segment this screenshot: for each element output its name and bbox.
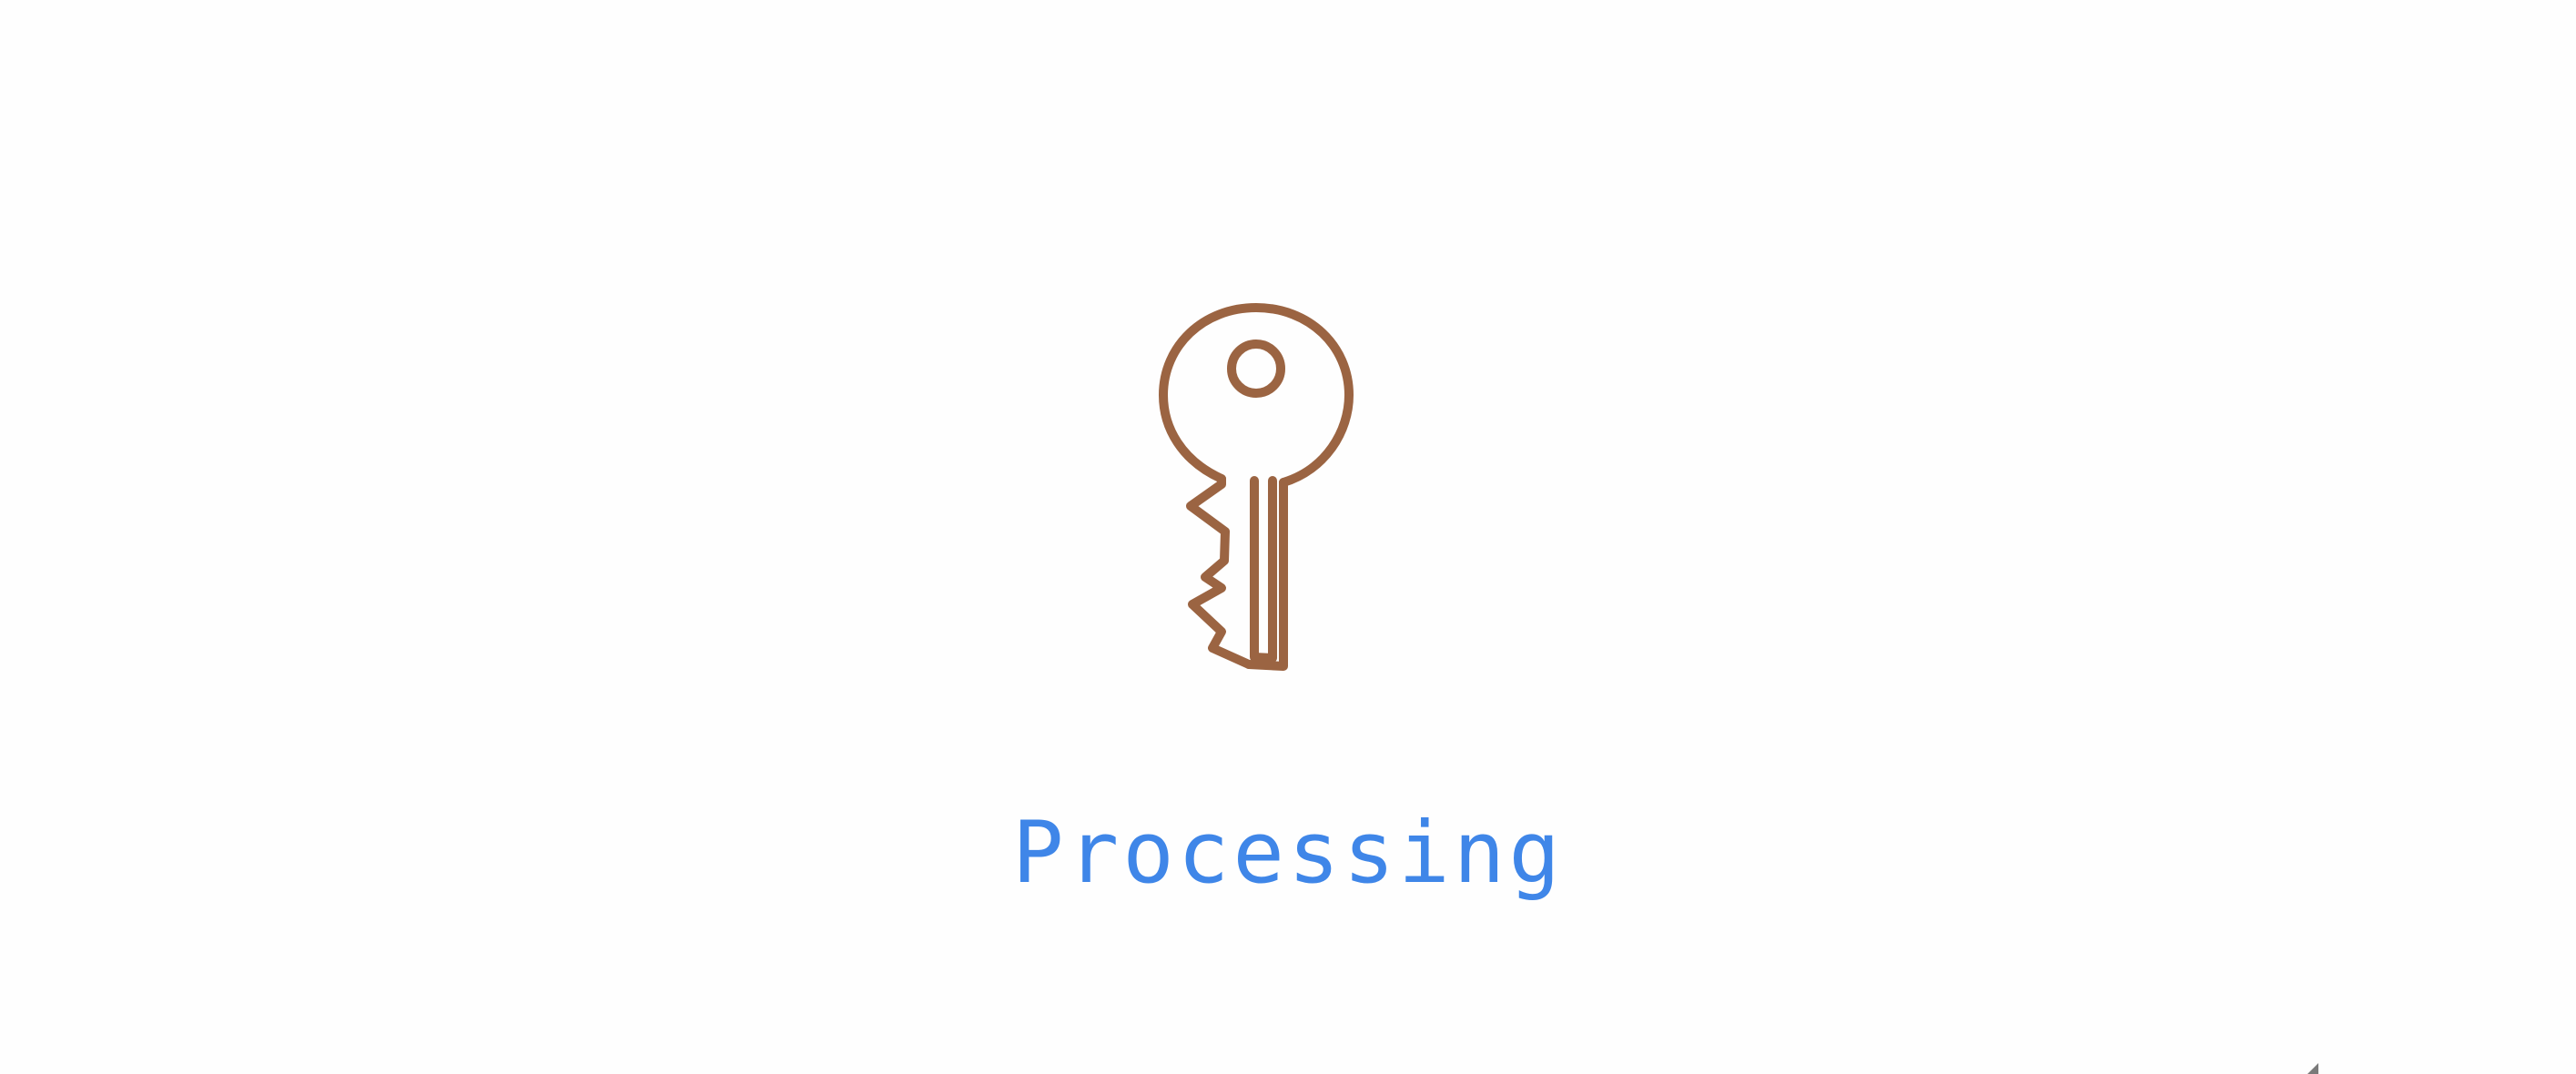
- processing-screen: Processing: [0, 0, 2576, 1074]
- resize-grip-icon[interactable]: [2307, 1063, 2318, 1074]
- key-icon: [1156, 300, 1356, 683]
- status-label: Processing: [1012, 804, 1564, 903]
